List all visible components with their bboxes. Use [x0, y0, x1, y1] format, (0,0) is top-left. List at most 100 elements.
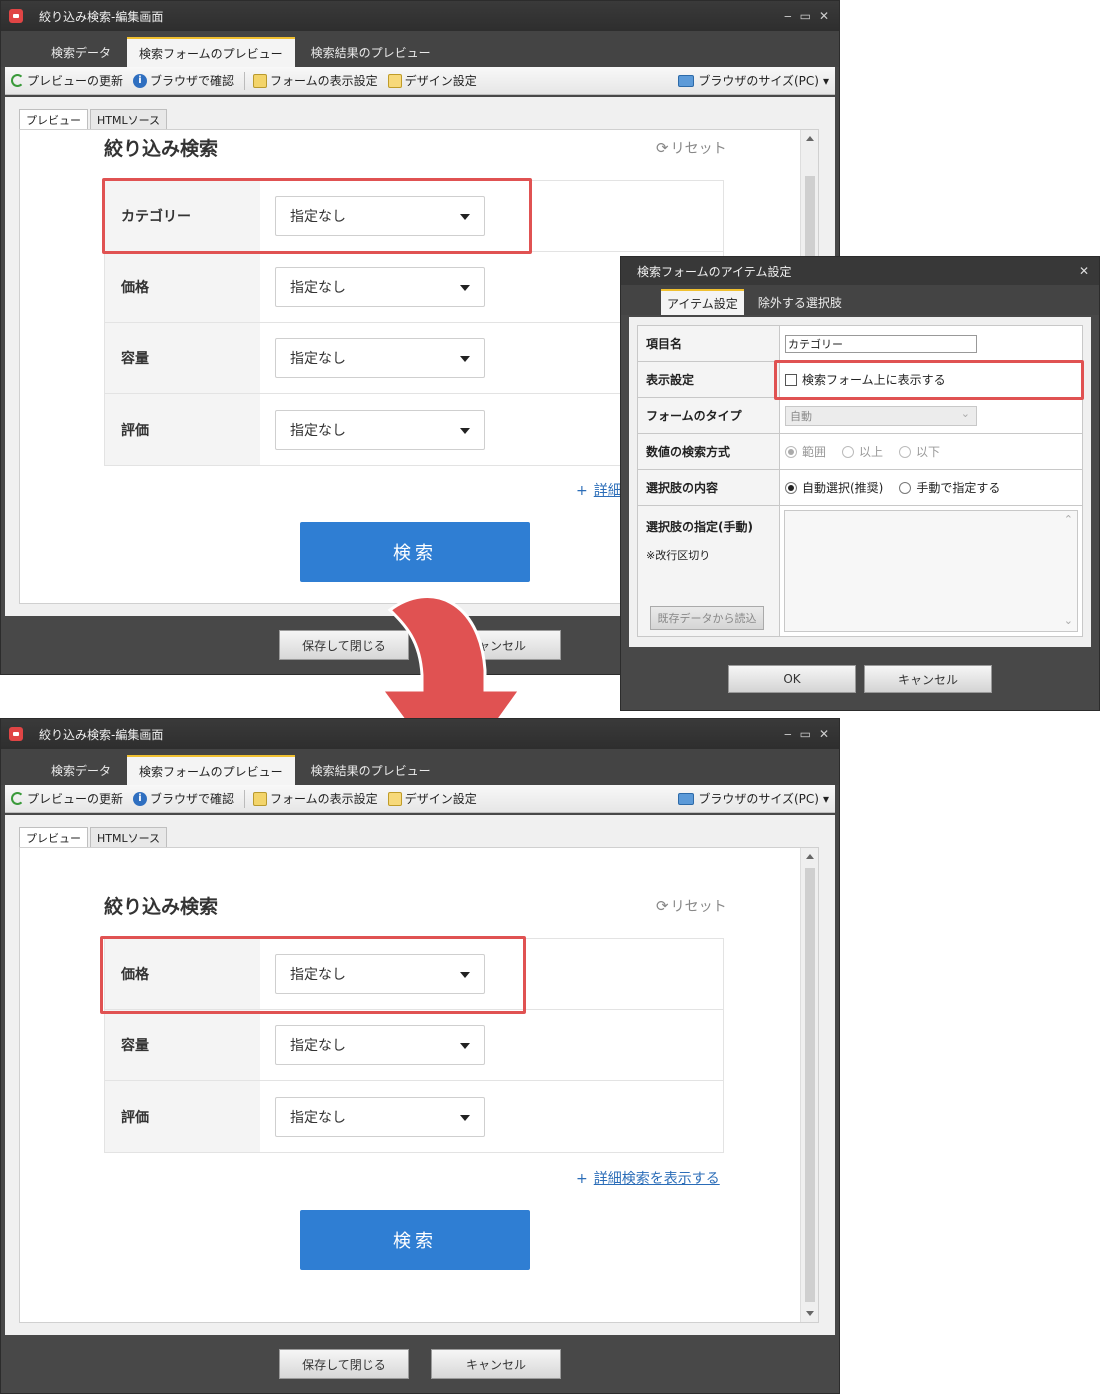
scroll-down-icon[interactable] — [806, 1311, 814, 1316]
radio-less[interactable]: 以下 — [899, 443, 940, 460]
reset-icon: ⟳ — [656, 139, 669, 157]
editor-window-after: 絞り込み検索-編集画面 ‒ ▭ ✕ 検索データ 検索フォームのプレビュー 検索結… — [0, 718, 840, 1394]
tab-search-data[interactable]: 検索データ — [39, 755, 123, 785]
window-footer: 保存して閉じる キャンセル — [1, 1335, 839, 1393]
search-form-title: 絞り込み検索 — [104, 896, 219, 918]
form-row: 評価 指定なし — [105, 1081, 723, 1152]
manual-choices-label-cell: 選択肢の指定(手動) ※改行区切り 既存データから読込 — [638, 506, 780, 636]
refresh-icon — [11, 74, 24, 87]
close-icon[interactable]: ✕ — [819, 727, 829, 741]
price-select[interactable]: 指定なし — [275, 267, 485, 307]
reset-link[interactable]: ⟳ リセット — [656, 896, 727, 916]
detail-search-link[interactable]: + 詳細 — [576, 480, 622, 500]
refresh-preview-button[interactable]: プレビューの更新 — [11, 790, 123, 807]
dialog-footer: OK キャンセル — [621, 648, 1099, 710]
scrollbar[interactable] — [800, 848, 818, 1322]
manual-choices-textarea[interactable] — [784, 510, 1078, 632]
browser-size-dropdown[interactable]: ブラウザのサイズ(PC) ▾ — [678, 72, 829, 89]
rating-select[interactable]: 指定なし — [275, 409, 485, 450]
design-settings-button[interactable]: デザイン設定 — [387, 790, 477, 807]
form-type-select[interactable]: 自動 — [785, 405, 977, 426]
highlight-box — [102, 178, 532, 254]
maximize-icon[interactable]: ▭ — [800, 9, 811, 23]
app-icon — [9, 727, 23, 741]
minimize-icon[interactable]: ‒ — [784, 727, 792, 741]
row-label: 価格 — [105, 252, 260, 322]
radio-icon — [785, 481, 797, 494]
form-type-label: フォームのタイプ — [638, 398, 780, 433]
tab-form-preview[interactable]: 検索フォームのプレビュー — [127, 755, 295, 785]
radio-manual[interactable]: 手動で指定する — [899, 479, 1000, 496]
radio-icon — [899, 445, 912, 458]
close-icon[interactable]: ✕ — [819, 9, 829, 23]
radio-auto-select[interactable]: 自動選択(推奨) — [785, 479, 883, 496]
browser-check-button[interactable]: i ブラウザで確認 — [133, 790, 234, 807]
monitor-icon — [678, 74, 695, 87]
dialog-title: 検索フォームのアイテム設定 — [637, 264, 792, 279]
load-existing-data-button[interactable]: 既存データから読込 — [650, 606, 764, 630]
highlight-box — [100, 936, 526, 1014]
tab-form-preview[interactable]: 検索フォームのプレビュー — [127, 37, 295, 67]
design-icon — [387, 791, 402, 806]
dialog-cancel-button[interactable]: キャンセル — [864, 665, 992, 693]
chevron-down-icon: ▾ — [822, 73, 829, 88]
capacity-select[interactable]: 指定なし — [275, 1025, 485, 1065]
subtab-html-source[interactable]: HTMLソース — [90, 109, 168, 129]
minimize-icon[interactable]: ‒ — [784, 9, 792, 23]
capacity-select[interactable]: 指定なし — [275, 338, 485, 378]
plus-icon: + — [576, 1171, 588, 1187]
tab-result-preview[interactable]: 検索結果のプレビュー — [299, 37, 443, 67]
main-tabs: 検索データ 検索フォームのプレビュー 検索結果のプレビュー — [1, 749, 839, 785]
display-setting-label: 表示設定 — [638, 362, 780, 397]
monitor-icon — [678, 792, 695, 805]
manual-choices-label: 選択肢の指定(手動) — [646, 520, 753, 534]
item-name-input[interactable]: カテゴリー — [785, 334, 977, 353]
form-display-settings-button[interactable]: フォームの表示設定 — [253, 790, 378, 807]
browser-check-button[interactable]: i ブラウザで確認 — [133, 72, 234, 89]
ok-button[interactable]: OK — [728, 665, 856, 693]
subtab-html-source[interactable]: HTMLソース — [90, 827, 168, 847]
radio-greater[interactable]: 以上 — [842, 443, 883, 460]
search-button[interactable]: 検索 — [300, 522, 530, 582]
toolbar-separator — [244, 789, 246, 808]
form-display-settings-button[interactable]: フォームの表示設定 — [253, 72, 378, 89]
item-settings-dialog: 検索フォームのアイテム設定 ✕ アイテム設定 除外する選択肢 項目名 カテゴリー… — [620, 256, 1100, 711]
preview-pane: 絞り込み検索 ⟳ リセット 価格 指定なし 容量 指定なし 評価 指定なし + … — [19, 847, 819, 1323]
rating-select[interactable]: 指定なし — [275, 1096, 485, 1137]
tab-result-preview[interactable]: 検索結果のプレビュー — [299, 755, 443, 785]
design-icon — [387, 73, 402, 88]
tab-item-settings[interactable]: アイテム設定 — [661, 289, 744, 315]
radio-range[interactable]: 範囲 — [785, 443, 826, 460]
row-label: 容量 — [105, 323, 260, 393]
row-label: 容量 — [105, 1010, 260, 1080]
design-settings-button[interactable]: デザイン設定 — [387, 72, 477, 89]
scroll-up-icon[interactable] — [806, 136, 814, 141]
refresh-icon — [11, 792, 24, 805]
chevron-down-icon: ▾ — [822, 791, 829, 806]
row-label: 評価 — [105, 394, 260, 465]
form-settings-icon — [253, 73, 268, 88]
row-label: 評価 — [105, 1081, 260, 1152]
scroll-thumb[interactable] — [805, 868, 815, 1302]
detail-search-link[interactable]: + 詳細検索を表示する — [576, 1168, 720, 1188]
highlight-box — [774, 360, 1084, 400]
tab-search-data[interactable]: 検索データ — [39, 37, 123, 67]
plus-icon: + — [576, 483, 588, 499]
save-close-button[interactable]: 保存して閉じる — [279, 1349, 409, 1379]
main-tabs: 検索データ 検索フォームのプレビュー 検索結果のプレビュー — [1, 31, 839, 67]
window-title: 絞り込み検索-編集画面 — [39, 9, 164, 24]
search-button[interactable]: 検索 — [300, 1210, 530, 1270]
form-settings-icon — [253, 791, 268, 806]
scroll-up-icon[interactable] — [806, 854, 814, 859]
maximize-icon[interactable]: ▭ — [800, 727, 811, 741]
subtab-preview[interactable]: プレビュー — [19, 827, 88, 847]
item-name-label: 項目名 — [638, 326, 780, 361]
subtab-preview[interactable]: プレビュー — [19, 109, 88, 129]
cancel-button[interactable]: キャンセル — [431, 1349, 561, 1379]
tab-excluded-choices[interactable]: 除外する選択肢 — [752, 289, 848, 315]
browser-size-dropdown[interactable]: ブラウザのサイズ(PC) ▾ — [678, 790, 829, 807]
dialog-close-icon[interactable]: ✕ — [1079, 264, 1099, 278]
reset-link[interactable]: ⟳ リセット — [656, 138, 727, 158]
dialog-tabs: アイテム設定 除外する選択肢 — [621, 285, 1099, 315]
refresh-preview-button[interactable]: プレビューの更新 — [11, 72, 123, 89]
